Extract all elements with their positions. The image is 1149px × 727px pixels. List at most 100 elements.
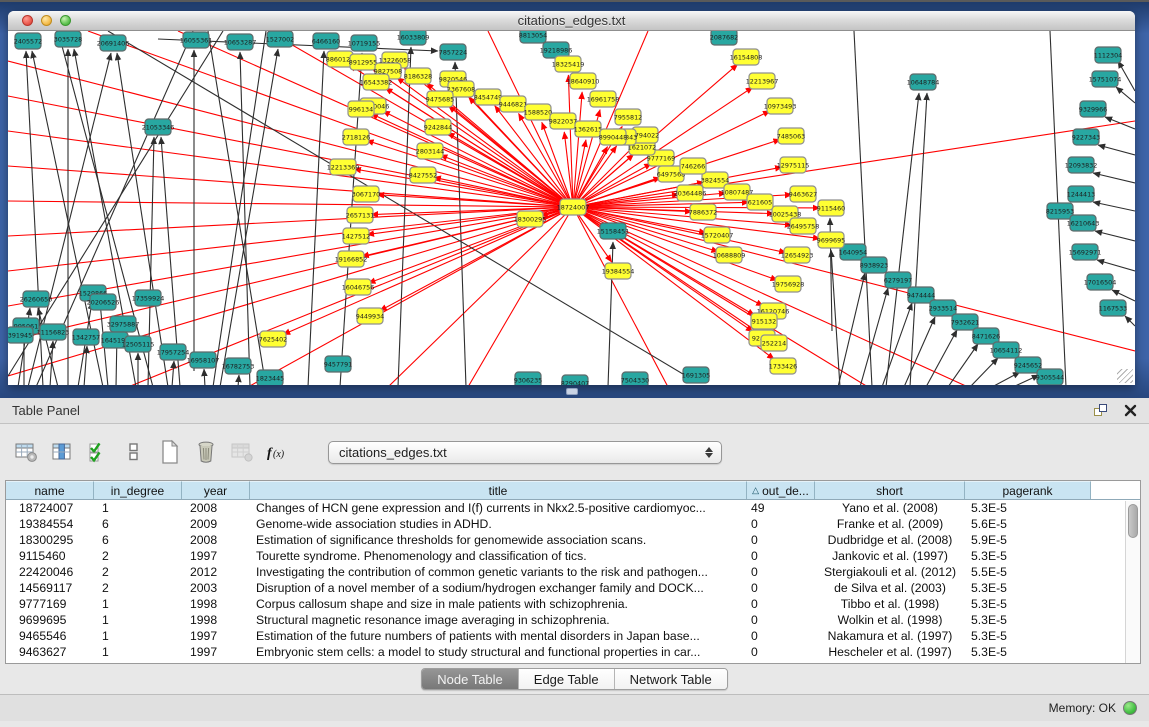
table-row[interactable]: 1872400712008Changes of HCN gene express… xyxy=(6,500,1140,516)
column-header-in_degree[interactable]: in_degree xyxy=(94,481,182,499)
table-cell: 2009 xyxy=(182,516,250,532)
sort-ascending-icon: △ xyxy=(752,485,759,496)
table-cell: 9777169 xyxy=(6,596,94,612)
table-cell: 5.3E-5 xyxy=(965,628,1091,644)
window-resize-grip[interactable] xyxy=(1117,369,1133,383)
tab-network-table[interactable]: Network Table xyxy=(615,669,727,689)
table-cell: 19384554 xyxy=(6,516,94,532)
graph-node-label: 15720407 xyxy=(701,231,734,239)
table-cell: Hescheler et al. (1997) xyxy=(815,644,965,660)
close-window-icon[interactable] xyxy=(22,15,33,26)
graph-node-label: 32975887 xyxy=(107,320,140,328)
graph-node-label: 2657131 xyxy=(346,211,374,219)
graph-node-label: 621605 xyxy=(748,198,772,206)
column-header-pagerank[interactable]: pagerank xyxy=(965,481,1091,499)
graph-node-label: 2803144 xyxy=(416,147,444,155)
graph-node-label: 20691406 xyxy=(97,39,130,47)
table-row[interactable]: 2242004622012Investigating the contribut… xyxy=(6,564,1140,580)
graph-node-label: 1362615 xyxy=(574,125,602,133)
table-cell: Estimation of the future numbers of pati… xyxy=(250,628,747,644)
graph-node-label: 19218986 xyxy=(540,46,573,54)
svg-text:(x): (x) xyxy=(273,449,285,460)
graph-node-label: 3067170 xyxy=(352,190,380,198)
tab-node-table[interactable]: Node Table xyxy=(422,669,519,689)
table-cell: 5.3E-5 xyxy=(965,644,1091,660)
table-mode-icon[interactable] xyxy=(12,439,40,465)
graph-node-label: 2933514 xyxy=(929,304,957,312)
table-row[interactable]: 977716911998Corpus callosum shape and si… xyxy=(6,596,1140,612)
float-panel-icon[interactable] xyxy=(1094,404,1108,418)
graph-node-label: 12093832 xyxy=(1065,161,1098,169)
graph-node-label: 12213967 xyxy=(746,77,779,85)
table-row[interactable]: 1456911722003Disruption of a novel membe… xyxy=(6,580,1140,596)
graph-node-label: 7857224 xyxy=(439,48,467,56)
table-cell: 18724007 xyxy=(6,500,94,516)
table-cell: 9699695 xyxy=(6,612,94,628)
table-row[interactable]: 1938455462009Genome-wide association stu… xyxy=(6,516,1140,532)
graph-node-label: 16055361 xyxy=(180,36,213,44)
split-pane-handle[interactable] xyxy=(566,388,578,395)
graph-node-label: 15751074 xyxy=(1089,75,1122,83)
table-row[interactable]: 1830029562008Estimation of significance … xyxy=(6,532,1140,548)
graph-node-label: 1167533 xyxy=(1099,304,1127,312)
column-header-title[interactable]: title xyxy=(250,481,747,499)
table-selector-dropdown[interactable]: citations_edges.txt xyxy=(328,441,722,464)
graph-node-label: 1527002 xyxy=(266,35,294,43)
graph-node-label: 2087682 xyxy=(710,33,738,41)
zoom-window-icon[interactable] xyxy=(60,15,71,26)
close-panel-icon[interactable] xyxy=(1124,404,1137,417)
column-header-name[interactable]: name xyxy=(6,481,94,499)
table-cell: 0 xyxy=(747,580,815,596)
graph-node-label: 21053346 xyxy=(142,123,175,131)
select-columns-icon[interactable] xyxy=(48,439,76,465)
graph-node-label: 10688809 xyxy=(713,251,746,259)
table-scrollbar-thumb[interactable] xyxy=(1128,504,1138,538)
graph-node-label: 18325419 xyxy=(552,60,585,68)
graph-node-label: 12505115 xyxy=(122,340,155,348)
graph-node-label: 17957254 xyxy=(157,348,190,356)
function-builder-icon[interactable]: f (x) xyxy=(264,439,292,465)
column-header-short[interactable]: short xyxy=(815,481,965,499)
table-row[interactable]: 969969511998Structural magnetic resonanc… xyxy=(6,612,1140,628)
column-header-out_de[interactable]: △out_de... xyxy=(747,481,815,499)
graph-node-label: 12654923 xyxy=(781,251,814,259)
merge-rows-icon[interactable] xyxy=(120,439,148,465)
graph-node-label: 1342757 xyxy=(72,333,100,341)
table-cell: Wolkin et al. (1998) xyxy=(815,612,965,628)
table-cell: 0 xyxy=(747,516,815,532)
table-row[interactable]: 911546021997Tourette syndrome. Phenomeno… xyxy=(6,548,1140,564)
graph-node-label: 8186328 xyxy=(404,72,432,80)
table-cell: 1 xyxy=(94,612,182,628)
create-column-icon[interactable] xyxy=(156,439,184,465)
table-cell: 0 xyxy=(747,628,815,644)
table-cell: 1 xyxy=(94,644,182,660)
graph-node-label: 26260650 xyxy=(20,295,53,303)
graph-node-label: 6279197 xyxy=(884,276,912,284)
table-cell: Nakamura et al. (1997) xyxy=(815,628,965,644)
column-header-year[interactable]: year xyxy=(182,481,250,499)
memory-status-icon[interactable] xyxy=(1123,701,1137,715)
graph-node-label: 8290407 xyxy=(561,379,589,385)
table-cell: 0 xyxy=(747,596,815,612)
graph-node-label: 15158451 xyxy=(597,227,630,235)
graph-node-label: 391945 xyxy=(8,331,32,339)
table-cell: 1998 xyxy=(182,596,250,612)
graph-node-label: 3035728 xyxy=(54,35,82,43)
graph-node-label: 10719155 xyxy=(348,39,381,47)
network-canvas[interactable]: 2405572303572820691406160553611065328715… xyxy=(8,31,1135,385)
minimize-window-icon[interactable] xyxy=(41,15,52,26)
table-cell: Changes of HCN gene expression and I(f) … xyxy=(250,500,747,516)
table-cell: Genome-wide association studies in ADHD. xyxy=(250,516,747,532)
select-rows-icon[interactable] xyxy=(84,439,112,465)
graph-node-label: 16958107 xyxy=(187,356,220,364)
graph-node-label: 15692971 xyxy=(1069,248,1102,256)
graph-node-label: 9115460 xyxy=(817,204,845,212)
window-titlebar[interactable]: citations_edges.txt xyxy=(8,11,1135,31)
table-row[interactable]: 946362711997Embryonic stem cells: a mode… xyxy=(6,644,1140,660)
tab-edge-table[interactable]: Edge Table xyxy=(519,669,615,689)
table-cell: 2012 xyxy=(182,564,250,580)
delete-column-icon[interactable] xyxy=(192,439,220,465)
table-scrollbar[interactable] xyxy=(1125,501,1140,663)
table-row[interactable]: 946554611997Estimation of the future num… xyxy=(6,628,1140,644)
table-cell: 0 xyxy=(747,564,815,580)
